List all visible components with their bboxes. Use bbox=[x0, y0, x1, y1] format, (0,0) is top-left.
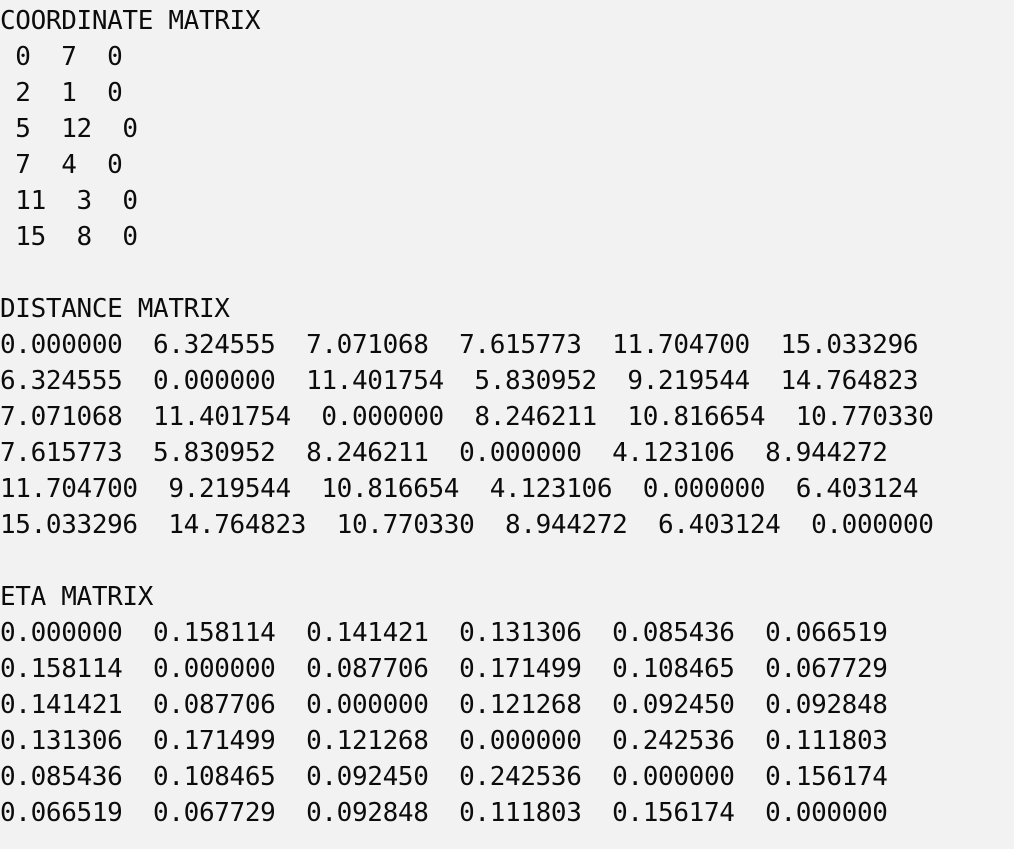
distance-row: 7.071068 11.401754 0.000000 8.246211 10.… bbox=[0, 402, 934, 432]
coordinate-row: 0 7 0 bbox=[0, 42, 123, 72]
coordinate-matrix-heading: COORDINATE MATRIX bbox=[0, 6, 261, 36]
eta-row: 0.000000 0.158114 0.141421 0.131306 0.08… bbox=[0, 618, 888, 648]
coordinate-row: 15 8 0 bbox=[0, 222, 138, 252]
coordinate-row: 7 4 0 bbox=[0, 150, 123, 180]
coordinate-row: 5 12 0 bbox=[0, 114, 138, 144]
coordinate-row: 2 1 0 bbox=[0, 78, 123, 108]
eta-row: 0.066519 0.067729 0.092848 0.111803 0.15… bbox=[0, 798, 888, 828]
distance-row: 7.615773 5.830952 8.246211 0.000000 4.12… bbox=[0, 438, 888, 468]
distance-matrix-heading: DISTANCE MATRIX bbox=[0, 294, 230, 324]
eta-row: 0.141421 0.087706 0.000000 0.121268 0.09… bbox=[0, 690, 888, 720]
eta-row: 0.158114 0.000000 0.087706 0.171499 0.10… bbox=[0, 654, 888, 684]
console-output: COORDINATE MATRIX 0 7 0 2 1 0 5 12 0 7 4… bbox=[0, 0, 1014, 849]
distance-row: 15.033296 14.764823 10.770330 8.944272 6… bbox=[0, 510, 934, 540]
distance-row: 11.704700 9.219544 10.816654 4.123106 0.… bbox=[0, 474, 919, 504]
coordinate-row: 11 3 0 bbox=[0, 186, 138, 216]
distance-row: 0.000000 6.324555 7.071068 7.615773 11.7… bbox=[0, 330, 919, 360]
eta-matrix-heading: ETA MATRIX bbox=[0, 582, 154, 612]
eta-row: 0.085436 0.108465 0.092450 0.242536 0.00… bbox=[0, 762, 888, 792]
eta-row: 0.131306 0.171499 0.121268 0.000000 0.24… bbox=[0, 726, 888, 756]
distance-row: 6.324555 0.000000 11.401754 5.830952 9.2… bbox=[0, 366, 919, 396]
